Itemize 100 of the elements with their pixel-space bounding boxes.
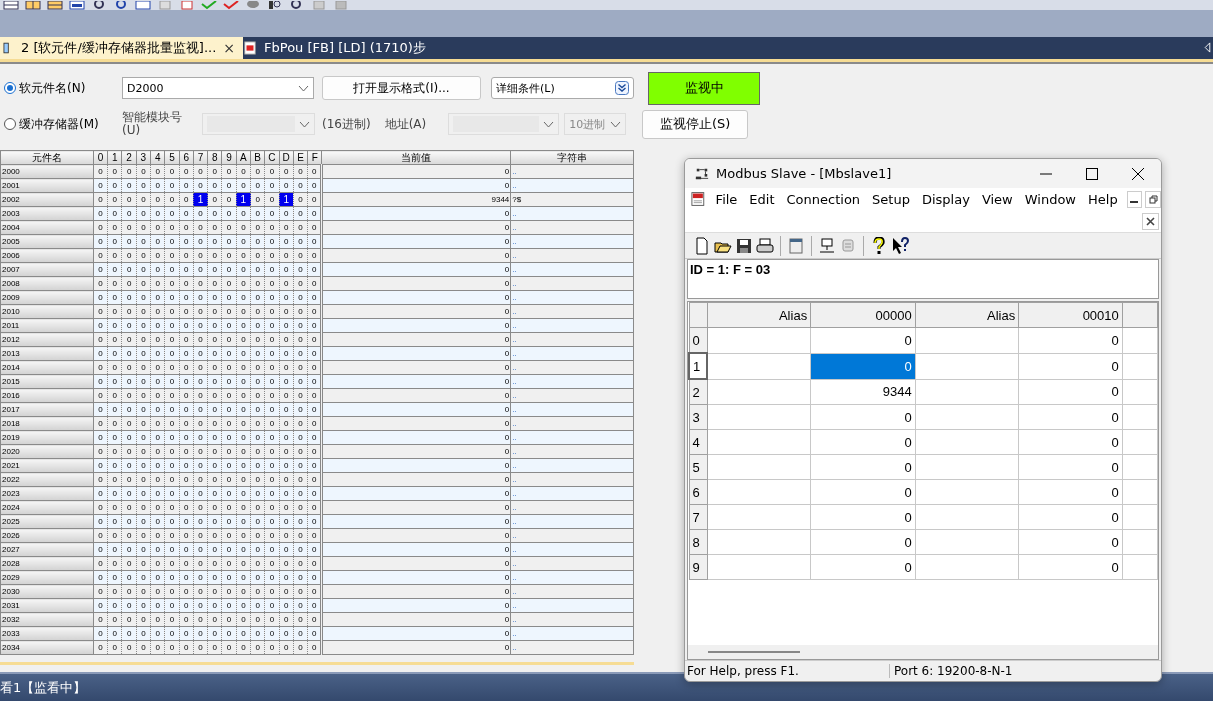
bit-cell[interactable]: 0 [93,514,108,529]
bit-cell[interactable]: 0 [121,472,137,487]
bit-cell[interactable]: 0 [107,444,122,459]
bit-cell[interactable]: 0 [164,500,180,515]
bit-cell[interactable]: 0 [136,514,151,529]
bit-cell[interactable]: 0 [264,528,280,543]
bit-cell[interactable]: 0 [107,332,122,347]
scroll-left-icon[interactable] [1204,42,1211,53]
alias-cell[interactable] [707,353,811,379]
bit-cell[interactable]: 0 [107,164,122,179]
bit-cell[interactable]: 0 [250,584,265,599]
bit-cell[interactable]: 0 [250,556,265,571]
bit-cell[interactable]: 0 [193,486,208,501]
bit-cell[interactable]: 0 [293,248,308,263]
alias-cell[interactable] [707,504,811,530]
bit-cell[interactable]: 0 [236,220,251,235]
bit-cell[interactable]: 0 [93,528,108,543]
alias-cell[interactable] [915,554,1019,580]
bit-cell[interactable]: 0 [150,248,165,263]
bit-cell[interactable]: 0 [107,556,122,571]
bit-cell[interactable]: 0 [250,528,265,543]
bit-cell[interactable]: 0 [293,598,308,613]
bit-cell[interactable]: 0 [121,248,137,263]
bit-cell[interactable]: 0 [250,304,265,319]
bit-cell[interactable]: 0 [279,248,294,263]
bit-cell[interactable]: 0 [207,500,222,515]
connect-icon[interactable] [818,236,836,255]
bit-cell[interactable]: 0 [164,640,180,655]
bit-cell[interactable]: 0 [250,514,265,529]
bit-cell[interactable]: 0 [279,360,294,375]
bit-cell[interactable]: 0 [150,640,165,655]
bit-cell[interactable]: 0 [293,458,308,473]
bit-cell[interactable]: 0 [93,388,108,403]
check-icon[interactable] [200,1,218,10]
bit-cell[interactable]: 0 [136,458,151,473]
bit-cell[interactable]: 0 [250,570,265,585]
bit-cell[interactable]: 0 [150,556,165,571]
bit-cell[interactable]: 0 [179,388,194,403]
bit-cell[interactable]: 0 [236,444,251,459]
bit-cell[interactable]: 0 [207,220,222,235]
row-header[interactable]: 1 [689,353,708,379]
bit-cell[interactable]: 0 [121,332,137,347]
alias-cell[interactable] [915,379,1019,405]
bit-cell[interactable]: 0 [221,416,237,431]
bit-cell[interactable]: 0 [250,290,265,305]
bit-cell[interactable]: 0 [250,500,265,515]
bit-cell[interactable]: 0 [293,542,308,557]
bit-cell[interactable]: 0 [264,556,280,571]
menu-item[interactable]: Edit [743,191,781,207]
bit-cell[interactable]: 0 [221,612,237,627]
bit-cell[interactable]: 0 [107,276,122,291]
bit-cell[interactable]: 0 [264,388,280,403]
bit-cell[interactable]: 0 [93,290,108,305]
bit-cell[interactable]: 0 [93,318,108,333]
register-cell[interactable]: 0 [1018,404,1123,430]
table-icon[interactable] [2,1,20,10]
bit-cell[interactable]: 0 [193,276,208,291]
bit-cell[interactable]: 0 [136,262,151,277]
menu-item[interactable]: Window [1018,191,1082,207]
bit-cell[interactable]: 0 [150,220,165,235]
bit-cell[interactable]: 0 [293,206,308,221]
bit-cell[interactable]: 0 [193,556,208,571]
bit-cell[interactable]: 0 [207,444,222,459]
bit-cell[interactable]: 0 [293,556,308,571]
bit-cell[interactable]: 0 [121,276,137,291]
register-cell[interactable]: 0 [1018,454,1123,480]
bit-cell[interactable]: 0 [136,276,151,291]
bit-cell[interactable]: 0 [193,318,208,333]
bit-cell[interactable]: 0 [293,640,308,655]
bit-cell[interactable]: 0 [107,388,122,403]
bit-cell[interactable]: 0 [136,486,151,501]
bit-cell[interactable]: 0 [179,332,194,347]
alias-cell[interactable] [915,454,1019,480]
register-cell[interactable]: 9344 [810,379,916,405]
radio-label[interactable]: 软元件名(N) [19,79,86,97]
restore-button[interactable] [1145,190,1161,208]
bit-cell[interactable]: 0 [193,290,208,305]
bit-cell[interactable]: 0 [121,528,137,543]
bit-cell[interactable]: 0 [207,192,222,207]
bit-cell[interactable]: 0 [136,402,151,417]
bit-cell[interactable]: 0 [236,584,251,599]
row-header[interactable]: 7 [689,504,708,530]
bit-cell[interactable]: 0 [279,500,294,515]
alias-cell[interactable] [915,529,1019,555]
bit-cell[interactable]: 0 [207,556,222,571]
bit-cell[interactable]: 0 [136,374,151,389]
bit-cell[interactable]: 0 [250,346,265,361]
bit-cell[interactable]: 0 [121,556,137,571]
bit-cell[interactable]: 0 [150,500,165,515]
bit-cell[interactable]: 0 [193,416,208,431]
bit-cell[interactable]: 0 [193,388,208,403]
bit-cell[interactable]: 0 [236,640,251,655]
bit-cell[interactable]: 0 [264,612,280,627]
bit-cell[interactable]: 0 [293,402,308,417]
bit-cell[interactable]: 0 [107,584,122,599]
bit-cell[interactable]: 0 [136,472,151,487]
bit-cell[interactable]: 0 [207,164,222,179]
bit-cell[interactable]: 0 [136,444,151,459]
bit-cell[interactable]: 0 [193,612,208,627]
bit-cell[interactable]: 0 [293,360,308,375]
